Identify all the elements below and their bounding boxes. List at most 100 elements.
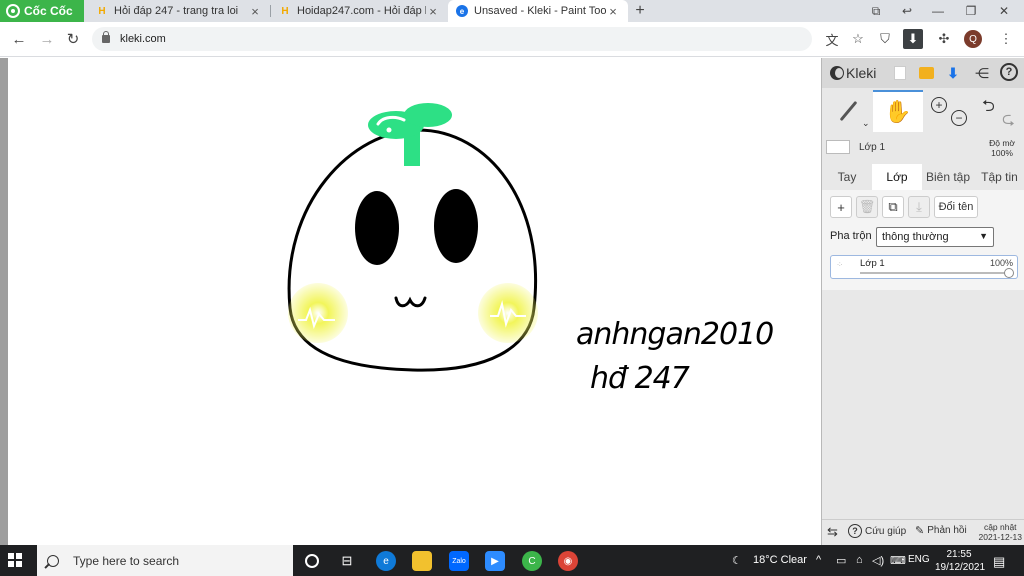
swap-panel-button[interactable]: ⇆ xyxy=(827,524,838,540)
update-date: 2021-12-13 xyxy=(978,532,1022,542)
layer-thumbnail[interactable] xyxy=(826,140,850,154)
bookmark-star-icon[interactable]: ☆ xyxy=(848,29,868,49)
restore-tabs-icon[interactable]: ↩ xyxy=(891,0,923,22)
minimize-button[interactable]: — xyxy=(922,0,954,22)
download-icon: ⬇ xyxy=(947,64,959,81)
tab-hoidap-1[interactable]: H Hỏi đáp 247 - trang tra loi × xyxy=(88,0,270,22)
tool-row: ⌄ ✋ + − ⮌ ⮎ xyxy=(822,90,1024,132)
save-download-button[interactable]: ⬇ xyxy=(943,63,963,83)
network-icon[interactable]: ⌂ xyxy=(856,554,863,566)
reload-button[interactable]: ↻ xyxy=(62,28,84,50)
clock-date: 19/12/2021 xyxy=(935,562,986,573)
coccoc-taskbar-icon[interactable]: C xyxy=(522,551,542,571)
redo-button[interactable]: ⮎ xyxy=(1002,108,1015,135)
help-button[interactable]: ? xyxy=(1000,63,1018,81)
add-layer-button[interactable]: + xyxy=(830,196,852,218)
kleki-footer: ⇆ ? Cứu giúp ✎ Phản hồi cập nhật 2021-12… xyxy=(822,519,1024,545)
layer-thumbnail: ·:· xyxy=(837,262,843,268)
zalo-icon[interactable]: Zalo xyxy=(449,551,469,571)
volume-icon[interactable]: ◁) xyxy=(872,554,884,567)
signature-line-1: anhngan2010 xyxy=(576,317,773,352)
share-button[interactable]: ⋲ xyxy=(972,63,992,83)
feedback-link[interactable]: ✎ Phản hồi xyxy=(915,524,967,537)
rename-layer-button[interactable]: Đổi tên xyxy=(934,196,978,218)
kleki-header: Kleki ⬇ ⋲ ? xyxy=(822,58,1024,88)
layer-panel: + 🗑 ⧉ ⤓ Đổi tên Pha trộn thông thường ▼ … xyxy=(822,190,1024,290)
keyboard-icon[interactable]: ⌨ xyxy=(890,554,906,567)
close-icon[interactable]: × xyxy=(426,4,440,19)
update-label: cập nhật xyxy=(983,522,1017,532)
chevron-down-icon[interactable]: ⌄ xyxy=(862,118,870,129)
merge-down-button[interactable]: ⤓ xyxy=(908,196,930,218)
back-button[interactable]: ← xyxy=(8,28,30,50)
delete-layer-button[interactable]: 🗑 xyxy=(856,196,878,218)
task-view-icon[interactable]: ⊟ xyxy=(337,551,357,571)
shield-icon[interactable]: ⛉ xyxy=(875,29,895,49)
edge-icon[interactable]: e xyxy=(376,551,396,571)
hand-icon: ✋ xyxy=(884,99,912,124)
close-icon[interactable]: × xyxy=(606,4,620,19)
kleki-logo-icon xyxy=(830,66,844,80)
battery-icon[interactable]: ▭ xyxy=(836,554,846,567)
file-explorer-icon[interactable] xyxy=(412,551,432,571)
url-text: kleki.com xyxy=(120,33,166,45)
menu-kebab-icon[interactable]: ⋮ xyxy=(996,29,1016,49)
help-link[interactable]: ? Cứu giúp xyxy=(848,524,906,538)
address-bar[interactable]: kleki.com xyxy=(92,27,812,51)
windows-start-icon[interactable] xyxy=(8,553,22,567)
blend-mode-value: thông thường xyxy=(882,231,949,243)
tab-brush[interactable]: Tay xyxy=(822,164,872,190)
drawing-canvas[interactable]: anhngan2010 hđ 247 xyxy=(8,58,821,545)
kleki-logo[interactable]: Kleki xyxy=(830,65,876,81)
canvas-area[interactable]: anhngan2010 hđ 247 xyxy=(0,58,821,545)
tab-search-icon[interactable]: ⧉ xyxy=(860,0,892,22)
right-cheek xyxy=(478,283,538,343)
tab-kleki[interactable]: e Unsaved - Kleki - Paint Tool × xyxy=(448,0,628,22)
blend-mode-select[interactable]: thông thường ▼ xyxy=(876,227,994,247)
maximize-button[interactable]: ❐ xyxy=(955,0,987,22)
profile-avatar[interactable]: Q xyxy=(964,30,982,48)
download-icon[interactable]: ⬇ xyxy=(903,29,923,49)
taskbar-clock[interactable]: 21:55 19/12/2021 xyxy=(935,548,986,574)
duplicate-layer-button[interactable]: ⧉ xyxy=(882,196,904,218)
kleki-favicon-icon: e xyxy=(456,5,468,17)
tab-hoidap-2[interactable]: H Hoidap247.com - Hỏi đáp bà × xyxy=(271,0,448,22)
right-eye xyxy=(434,189,478,263)
kleki-side-panel: Kleki ⬇ ⋲ ? ⌄ ✋ + − ⮌ ⮎ Lớp 1 Độ mờ 100%… xyxy=(821,58,1024,545)
notification-icon[interactable]: ▤ xyxy=(993,554,1005,570)
language-indicator[interactable]: ENG xyxy=(908,554,930,565)
hand-tool-button[interactable]: ✋ xyxy=(873,90,923,132)
weather-text[interactable]: 18°C Clear xyxy=(753,554,807,566)
windows-taskbar: Type here to search ⊟ e Zalo ▶ C ◉ ☾ 18°… xyxy=(0,545,1024,576)
taskbar-search[interactable]: Type here to search xyxy=(37,545,293,576)
chrome-icon[interactable]: ◉ xyxy=(558,551,578,571)
open-image-button[interactable] xyxy=(916,63,936,83)
extensions-puzzle-icon[interactable]: ✣ xyxy=(934,29,954,49)
brand-label: Cốc Cốc xyxy=(24,4,73,18)
layer-list-item[interactable]: ·:· Lớp 1 100% xyxy=(830,255,1018,279)
undo-button[interactable]: ⮌ xyxy=(982,95,995,122)
cortana-icon[interactable] xyxy=(305,554,319,568)
zoom-app-icon[interactable]: ▶ xyxy=(485,551,505,571)
tab-file[interactable]: Tập tin xyxy=(974,164,1024,190)
zoom-out-button[interactable]: − xyxy=(951,110,967,126)
tray-overflow-icon[interactable]: ^ xyxy=(816,554,821,566)
layer-preview: Lớp 1 Độ mờ 100% xyxy=(822,136,1024,162)
question-icon: ? xyxy=(1005,66,1013,78)
signature-line-2: hđ 247 xyxy=(590,361,690,396)
translate-icon[interactable]: 文 xyxy=(822,29,842,49)
zoom-in-button[interactable]: + xyxy=(931,97,947,113)
tab-edit[interactable]: Biên tập xyxy=(922,164,974,190)
tab-layers[interactable]: Lớp xyxy=(872,164,922,190)
new-tab-button[interactable]: + xyxy=(630,0,650,22)
new-image-button[interactable] xyxy=(890,63,910,83)
changelog-link[interactable]: cập nhật 2021-12-13 xyxy=(979,522,1022,542)
coccoc-brand[interactable]: Cốc Cốc xyxy=(0,0,84,22)
blend-mode-label: Pha trộn xyxy=(830,230,872,242)
browser-toolbar: ← → ↻ kleki.com 文 ☆ ⛉ ⬇ ✣ Q ⋮ xyxy=(0,22,1024,57)
slider-handle[interactable] xyxy=(1004,268,1014,278)
layer-opacity-slider[interactable] xyxy=(860,272,1008,274)
close-icon[interactable]: × xyxy=(248,4,262,19)
forward-button[interactable]: → xyxy=(36,28,58,50)
close-window-button[interactable]: ✕ xyxy=(988,0,1020,22)
